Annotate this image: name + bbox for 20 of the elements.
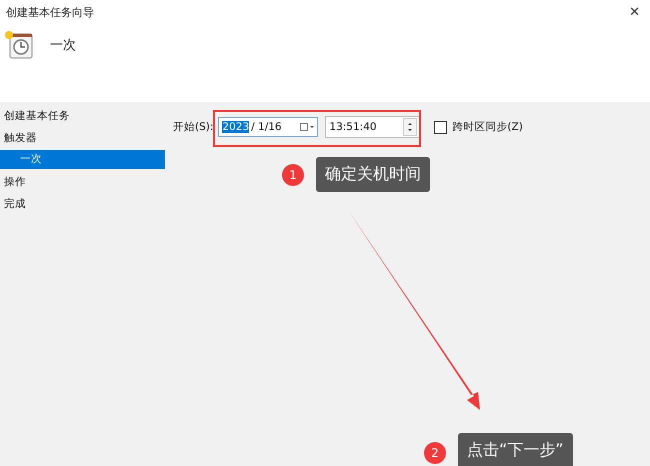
window-title: 创建基本任务向导 xyxy=(6,4,94,20)
sidebar-item[interactable]: 一次 xyxy=(0,150,165,169)
date-picker[interactable]: 2023 / 1/16 xyxy=(218,117,318,137)
start-label: 开始(S): xyxy=(173,120,214,134)
callout-bubble: 点击“下一步” xyxy=(458,433,573,466)
sidebar-item[interactable]: 创建基本任务 xyxy=(0,106,165,128)
sidebar-item[interactable]: 操作 xyxy=(0,172,165,194)
clock-icon xyxy=(4,30,34,60)
step-number: 2 xyxy=(424,442,446,464)
spin-arrows-icon[interactable] xyxy=(403,118,418,136)
sync-checkbox[interactable] xyxy=(434,120,448,134)
page-heading: 一次 xyxy=(50,37,76,54)
sidebar-item[interactable]: 完成 xyxy=(0,194,165,216)
step-number: 1 xyxy=(282,164,304,186)
callout-bubble: 确定关机时间 xyxy=(316,157,430,192)
close-icon[interactable]: ✕ xyxy=(629,4,640,20)
sidebar-item[interactable]: 触发器 xyxy=(0,128,165,150)
time-field[interactable]: 13:51:40 xyxy=(325,116,422,138)
calendar-dropdown-icon[interactable] xyxy=(300,123,314,131)
sync-label: 跨时区同步(Z) xyxy=(452,120,523,134)
